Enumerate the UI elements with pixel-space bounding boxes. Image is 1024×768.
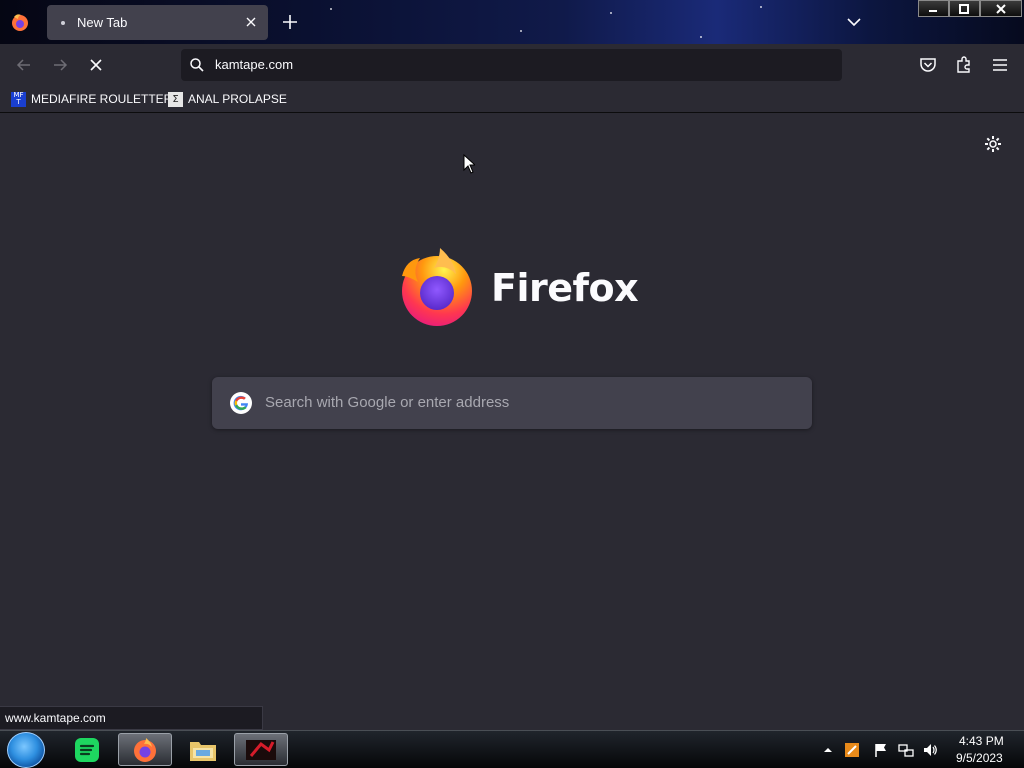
close-icon[interactable] [243,14,259,30]
start-button[interactable] [7,732,45,768]
media-player-icon [246,739,276,760]
tray-app-icon[interactable] [844,742,860,758]
taskbar: 4:43 PM 9/5/2023 [0,730,1024,768]
taskbar-app-media[interactable] [234,733,288,766]
tab-title: New Tab [77,15,128,30]
firefox-logo-icon [402,248,472,326]
url-text[interactable]: kamtape.com [215,57,293,72]
background-star [330,8,332,10]
stop-icon[interactable] [85,54,107,76]
new-tab-page: Firefox Search with Google or enter addr… [0,113,1024,730]
firefox-app-icon[interactable] [9,11,31,33]
search-placeholder: Search with Google or enter address [265,394,510,411]
taskbar-app-file-explorer[interactable] [176,733,230,766]
back-arrow-icon[interactable] [13,54,35,76]
tab-new-tab[interactable]: New Tab [47,5,268,40]
maximize-button[interactable] [948,0,980,17]
search-icon [190,58,204,72]
firefox-icon [134,737,156,762]
pocket-icon[interactable] [918,55,938,75]
chevron-down-icon[interactable] [843,11,865,33]
tab-loading-dot [61,20,65,25]
url-bar[interactable]: kamtape.com [181,49,842,81]
title-bar: New Tab [0,0,1024,44]
flag-icon[interactable] [873,742,889,758]
network-icon[interactable] [898,742,914,758]
puzzle-icon[interactable] [954,55,974,75]
bookmark-favicon-icon: Σ [168,91,183,107]
mouse-cursor-icon [463,154,475,174]
window-controls [918,0,1023,17]
search-input[interactable]: Search with Google or enter address [212,377,812,429]
bookmark-mediafire-rouletter[interactable]: MF T MEDIAFIRE ROULETTER [11,90,172,108]
google-g-icon [230,392,252,414]
bookmark-label: ANAL PROLAPSE [188,92,287,106]
background-star [700,36,702,38]
minimize-button[interactable] [918,0,949,17]
folder-icon [190,741,216,761]
background-star [610,12,612,14]
gear-icon[interactable] [983,134,1003,154]
bookmark-favicon-icon: MF T [11,91,26,107]
background-star [760,6,762,8]
taskbar-app-spotify[interactable] [60,733,114,766]
bookmark-label: MEDIAFIRE ROULETTER [31,92,173,106]
clock-time[interactable]: 4:43 PM [959,734,1004,748]
tray-expand-icon[interactable] [820,742,836,758]
spotify-icon [75,737,99,762]
bookmark-anal-prolapse[interactable]: Σ ANAL PROLAPSE [168,90,287,108]
firefox-wordmark: Firefox [491,266,639,310]
new-tab-button[interactable] [279,11,301,33]
background-star [520,30,522,32]
status-bar: www.kamtape.com [0,706,263,730]
window-close-button[interactable] [979,0,1023,17]
forward-arrow-icon[interactable] [49,54,71,76]
status-link-text: www.kamtape.com [5,711,106,725]
bookmarks-toolbar: MF T MEDIAFIRE ROULETTER Σ ANAL PROLAPSE [0,86,1024,113]
nav-toolbar: kamtape.com [0,44,1024,86]
hamburger-icon[interactable] [990,55,1010,75]
clock-date[interactable]: 9/5/2023 [956,751,1003,765]
volume-icon[interactable] [922,742,938,758]
taskbar-app-firefox[interactable] [118,733,172,766]
